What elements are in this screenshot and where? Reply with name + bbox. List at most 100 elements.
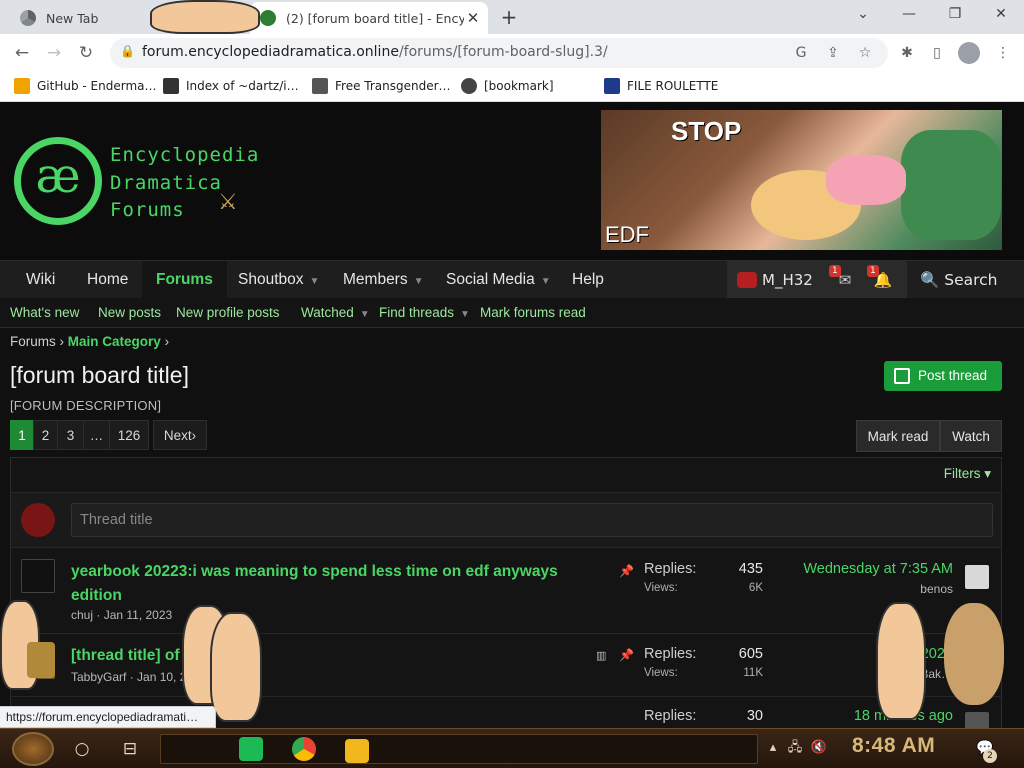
site-logo-icon[interactable]: æ [14, 137, 102, 225]
subnav-whats-new[interactable]: What's new [10, 298, 79, 328]
back-button[interactable]: ← [8, 39, 36, 67]
thread-title[interactable]: [thread title] of the 2022 [71, 644, 571, 668]
edit-icon [894, 368, 910, 384]
last-post-date[interactable]: Wednesday at 7:35 AM [803, 561, 953, 577]
next-label: Next [163, 428, 192, 443]
page-link-2[interactable]: 2 [33, 420, 58, 450]
forward-button[interactable]: → [40, 39, 68, 67]
google-icon[interactable]: G [792, 44, 810, 62]
subnav-new-posts[interactable]: New posts [98, 298, 161, 328]
bookmark-star-icon[interactable]: ☆ [856, 44, 874, 62]
account-menu[interactable]: M_H32 ✉ 1 🔔 1 [727, 261, 907, 299]
overlay-sprite-face [210, 612, 262, 722]
post-thread-label: Post thread [918, 368, 988, 383]
subnav-new-profile-posts[interactable]: New profile posts [176, 298, 280, 328]
close-window-button[interactable]: ✕ [978, 0, 1024, 30]
thread-title-input[interactable]: Thread title [71, 503, 993, 537]
page-jump-ellipsis[interactable]: … [83, 420, 110, 450]
thread-author[interactable]: chuj [71, 608, 93, 622]
page-link-3[interactable]: 3 [57, 420, 84, 450]
bookmark-index-dartz[interactable]: Index of ~dartz/i… [163, 78, 299, 94]
replies-label: Replies: [644, 646, 697, 662]
lock-icon[interactable]: 🔒 [120, 44, 135, 58]
reload-button[interactable]: ↻ [72, 39, 100, 67]
chevron-down-icon[interactable]: ▼ [360, 309, 370, 320]
bookmark-github[interactable]: GitHub - Enderma… [14, 78, 157, 94]
start-button[interactable] [12, 732, 54, 766]
chevron-down-icon[interactable]: ▼ [541, 276, 551, 287]
share-icon[interactable]: ⇪ [824, 44, 842, 62]
bookmark-label: Free Transgender… [335, 79, 451, 93]
nav-wiki[interactable]: Wiki [26, 261, 55, 299]
header-banner-image[interactable]: STOP EDF [601, 110, 1002, 250]
side-panel-icon[interactable]: ▯ [926, 42, 948, 64]
chevron-down-icon[interactable]: ▼ [310, 276, 320, 287]
bookmark-file-roulette[interactable]: FILE ROULETTE [604, 78, 718, 94]
logo-glyph: æ [35, 148, 81, 204]
logo-text-line[interactable]: Forums [110, 199, 185, 221]
close-tab-icon[interactable]: ✕ [464, 9, 482, 27]
address-url[interactable]: forum.encyclopediadramatica.online/forum… [142, 44, 608, 60]
file-explorer-icon[interactable] [345, 739, 369, 763]
user-avatar [737, 272, 757, 288]
table-row[interactable]: [thread title] of the 2022 TabbyGarf · J… [11, 635, 1001, 697]
volume-muted-icon[interactable]: 🔇 [810, 739, 828, 757]
bookmarks-bar: GitHub - Enderma… Index of ~dartz/i… Fre… [0, 72, 1024, 102]
mark-read-button[interactable]: Mark read [856, 420, 940, 452]
menu-kebab-icon[interactable]: ⋮ [992, 42, 1014, 64]
bookmark-free-transgender[interactable]: Free Transgender… [312, 78, 451, 94]
chevron-down-icon[interactable]: ▼ [414, 276, 424, 287]
post-thread-button[interactable]: Post thread [884, 361, 1002, 391]
logo-text-line[interactable]: Dramatica [110, 172, 222, 194]
bell-icon[interactable]: 🔔 1 [867, 265, 893, 290]
thread-author[interactable]: TabbyGarf [71, 670, 126, 684]
taskbar: ○ ⊟ ▴ 🖧 🔇 8:48 AM 💬 2 [0, 728, 1024, 768]
tab-forum[interactable]: (2) [forum board title] - Encyclopedia D… [250, 2, 488, 34]
search-button[interactable]: 🔍 Search [910, 261, 1024, 299]
profile-avatar-icon[interactable] [958, 42, 980, 64]
thread-title[interactable]: yearbook 20223:i was meaning to spend le… [71, 560, 571, 608]
filters-menu[interactable]: Filters ▾ [944, 466, 991, 482]
nav-forums[interactable]: Forums [142, 261, 227, 299]
taskbar-clock[interactable]: 8:48 AM [852, 734, 935, 758]
subnav-mark-forums-read[interactable]: Mark forums read [480, 298, 586, 328]
nav-social-media[interactable]: Social Media ▼ [446, 261, 551, 299]
chevron-down-icon[interactable]: ▼ [460, 309, 470, 320]
next-page-button[interactable]: Next› [153, 420, 207, 450]
minimize-button[interactable]: — [886, 0, 932, 30]
inbox-icon[interactable]: ✉ 1 [829, 265, 855, 290]
subnav-find-threads[interactable]: Find threads ▼ [379, 298, 470, 330]
nav-help[interactable]: Help [572, 261, 604, 299]
last-post-user[interactable]: benos [920, 582, 953, 596]
table-row[interactable]: yearbook 20223:i was meaning to spend le… [11, 549, 1001, 634]
bookmark-item[interactable]: [bookmark] [461, 78, 554, 94]
banner-top-text: STOP [671, 116, 742, 146]
new-tab-button[interactable]: + [496, 5, 522, 31]
thread-date[interactable]: Jan 11, 2023 [104, 608, 173, 622]
avatar[interactable] [965, 565, 989, 589]
search-circle-icon[interactable]: ○ [70, 737, 94, 761]
nav-home[interactable]: Home [87, 261, 128, 299]
sheets-app-icon[interactable] [239, 737, 263, 761]
avatar[interactable] [21, 559, 55, 593]
page-link-126[interactable]: 126 [109, 420, 149, 450]
address-bar[interactable]: 🔒 forum.encyclopediadramatica.online/for… [110, 38, 888, 68]
logo-text-line[interactable]: Encyclopedia [110, 144, 259, 166]
chrome-icon[interactable] [292, 737, 316, 761]
task-view-icon[interactable]: ⊟ [118, 737, 142, 761]
page-link-1[interactable]: 1 [10, 420, 34, 450]
nav-members[interactable]: Members ▼ [343, 261, 424, 299]
restore-button[interactable]: ❐ [932, 0, 978, 30]
breadcrumb-forums[interactable]: Forums [10, 334, 56, 349]
subnav-watched[interactable]: Watched ▼ [301, 298, 370, 330]
chevron-right-icon: › [191, 428, 197, 443]
nav-shoutbox[interactable]: Shoutbox ▼ [238, 261, 319, 299]
alerts-count-badge: 1 [867, 265, 879, 277]
breadcrumb-main-category[interactable]: Main Category [68, 334, 161, 349]
tray-overflow-icon[interactable]: ▴ [764, 739, 782, 757]
network-icon[interactable]: 🖧 [786, 739, 804, 757]
watch-button[interactable]: Watch [940, 420, 1002, 452]
replies-count: 435 [738, 561, 763, 577]
tab-search-chevron-icon[interactable]: ⌄ [840, 0, 886, 30]
extensions-icon[interactable]: ✱ [896, 42, 918, 64]
